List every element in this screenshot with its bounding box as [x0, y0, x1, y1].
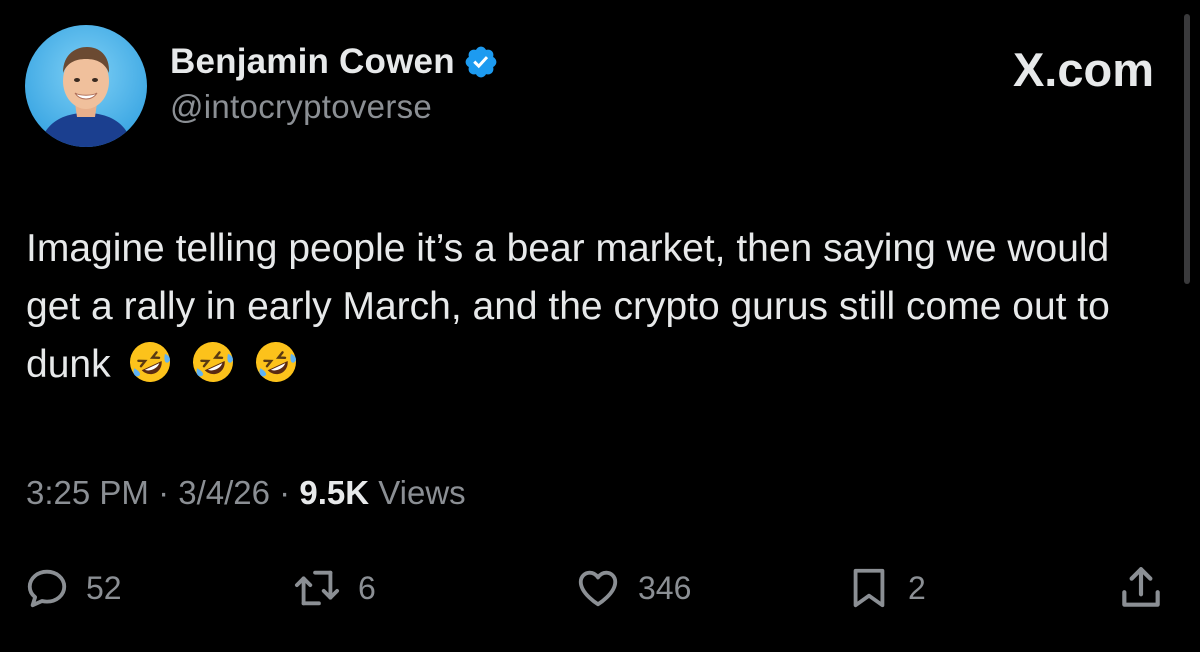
like-button[interactable]: 346	[574, 558, 691, 618]
share-icon	[1116, 563, 1166, 613]
repost-button[interactable]: 6	[292, 558, 376, 618]
avatar[interactable]	[25, 25, 147, 147]
repost-count: 6	[358, 569, 376, 606]
share-button[interactable]	[1116, 558, 1166, 618]
display-name[interactable]: Benjamin Cowen	[170, 42, 455, 82]
views-count[interactable]: 9.5K	[299, 474, 369, 511]
tweet-card: Benjamin Cowen @intocryptoverse X.com Im…	[0, 0, 1200, 652]
handle[interactable]: @intocryptoverse	[170, 88, 499, 126]
author-block: Benjamin Cowen @intocryptoverse	[170, 40, 499, 126]
reply-icon	[24, 565, 70, 611]
brand-label: X.com	[1012, 43, 1154, 96]
like-icon	[574, 565, 622, 611]
tweet-meta: 3:25 PM · 3/4/26 · 9.5K Views	[26, 474, 466, 512]
repost-icon	[292, 565, 342, 611]
meta-separator: ·	[158, 474, 170, 511]
tweet-time[interactable]: 3:25 PM	[26, 474, 149, 511]
bookmark-button[interactable]: 2	[846, 558, 926, 618]
bookmark-count: 2	[908, 569, 926, 606]
rolling-on-floor-laughing-emoji	[253, 339, 299, 385]
tweet-body: Imagine telling people it’s a bear marke…	[26, 227, 1110, 386]
scrollbar[interactable]	[1184, 14, 1190, 284]
bookmark-icon	[846, 564, 892, 612]
verified-badge-icon[interactable]	[463, 44, 499, 80]
tweet-date[interactable]: 3/4/26	[178, 474, 270, 511]
rolling-on-floor-laughing-emoji	[190, 339, 236, 385]
action-bar: 52 6 346 2	[0, 558, 1200, 618]
reply-button[interactable]: 52	[24, 558, 122, 618]
like-count: 346	[638, 569, 692, 606]
reply-count: 52	[86, 569, 122, 606]
views-label[interactable]: Views	[378, 474, 465, 511]
meta-separator: ·	[279, 474, 291, 511]
rolling-on-floor-laughing-emoji	[127, 339, 173, 385]
name-row: Benjamin Cowen	[170, 40, 499, 84]
tweet-text: Imagine telling people it’s a bear marke…	[26, 220, 1146, 394]
